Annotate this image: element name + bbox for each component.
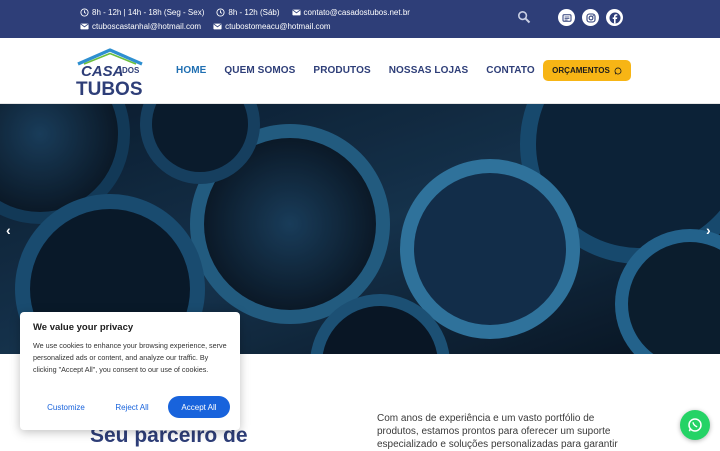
cookie-title: We value your privacy [33, 322, 134, 333]
facebook-link[interactable] [606, 9, 623, 26]
facebook-icon [609, 12, 620, 23]
main-header: CASA DOS TUBOS HOME QUEM SOMOS PRODUTOS … [0, 38, 720, 104]
email-castanhal-text: ctuboscastanhal@hotmail.com [92, 22, 202, 31]
clock-icon [80, 8, 89, 17]
email-contato-link[interactable]: contato@casadostubos.net.br [291, 8, 410, 17]
instagram-link[interactable] [582, 9, 599, 26]
mail-icon [291, 9, 301, 16]
main-nav: HOME QUEM SOMOS PRODUTOS NOSSAS LOJAS CO… [176, 65, 553, 76]
hours-weekdays-text: 8h - 12h | 14h - 18h (Seg - Sex) [92, 8, 205, 17]
whatsapp-icon [688, 418, 702, 432]
nav-contato[interactable]: CONTATO [486, 65, 534, 76]
top-info-bar: 8h - 12h | 14h - 18h (Seg - Sex) 8h - 12… [0, 0, 720, 38]
email-castanhal-link[interactable]: ctuboscastanhal@hotmail.com [80, 22, 201, 31]
logo-casa: CASA [81, 63, 124, 80]
cookie-customize-button[interactable]: Customize [33, 396, 99, 418]
social-links [558, 9, 623, 26]
nav-home[interactable]: HOME [176, 65, 206, 76]
hours-saturday: 8h - 12h (Sáb) [216, 8, 280, 17]
chevron-right-icon[interactable]: › [706, 222, 711, 238]
whatsapp-icon [614, 67, 622, 74]
social-web-link[interactable] [558, 9, 575, 26]
social-web-icon [562, 13, 571, 22]
site-logo[interactable]: CASA DOS TUBOS [74, 46, 146, 100]
search-icon[interactable] [517, 10, 531, 24]
logo-tubos: TUBOS [76, 79, 143, 98]
mail-icon [213, 23, 222, 30]
hours-weekdays: 8h - 12h | 14h - 18h (Seg - Sex) [80, 8, 204, 17]
nav-quem-somos[interactable]: QUEM SOMOS [224, 65, 295, 76]
instagram-icon [585, 12, 596, 23]
orcamentos-button[interactable]: ORÇAMENTOS [543, 60, 631, 81]
cookie-consent-banner: We value your privacy We use cookies to … [20, 312, 240, 430]
chevron-left-icon[interactable]: ‹ [6, 222, 11, 238]
section-paragraph: Com anos de experiência e um vasto portf… [377, 413, 618, 450]
nav-produtos[interactable]: PRODUTOS [313, 65, 370, 76]
email-tomeacu-link[interactable]: ctubostomeacu@hotmail.com [213, 22, 331, 31]
nav-nossas-lojas[interactable]: NOSSAS LOJAS [389, 65, 469, 76]
cookie-reject-button[interactable]: Reject All [99, 396, 165, 418]
hours-saturday-text: 8h - 12h (Sáb) [228, 8, 280, 17]
top-info-row-2: ctuboscastanhal@hotmail.com ctubostomeac… [80, 22, 331, 31]
logo-dos: DOS [122, 66, 140, 75]
cookie-description: We use cookies to enhance your browsing … [33, 341, 227, 374]
cookie-accept-button[interactable]: Accept All [168, 396, 230, 418]
email-tomeacu-text: ctubostomeacu@hotmail.com [225, 22, 331, 31]
mail-icon [80, 23, 89, 30]
email-contato-text: contato@casadostubos.net.br [303, 8, 410, 17]
cookie-buttons: Customize Reject All Accept All [33, 396, 230, 418]
orcamentos-label: ORÇAMENTOS [552, 66, 610, 75]
logo-mark: CASA DOS TUBOS [76, 48, 143, 100]
clock-icon [216, 8, 225, 17]
top-info-row-1: 8h - 12h | 14h - 18h (Seg - Sex) 8h - 12… [80, 8, 410, 17]
whatsapp-float-button[interactable] [680, 410, 710, 440]
